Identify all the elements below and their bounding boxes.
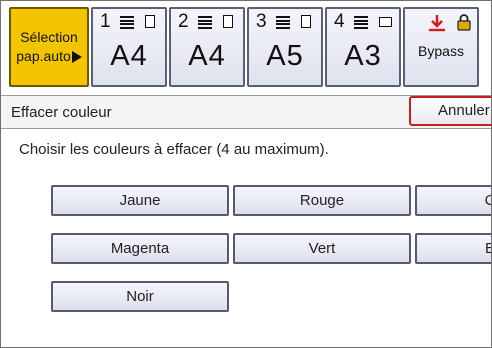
- bypass-tray-button[interactable]: Bypass: [403, 7, 479, 87]
- color-yellow-button[interactable]: Jaune: [51, 185, 229, 216]
- color-red-button[interactable]: Rouge: [233, 185, 411, 216]
- auto-paper-select-button[interactable]: Sélection pap.auto: [9, 7, 89, 87]
- paper-stack-icon: [120, 16, 134, 29]
- paper-landscape-icon: [379, 17, 392, 27]
- color-green-button[interactable]: Vert: [233, 233, 411, 264]
- paper-portrait-icon: [145, 15, 155, 28]
- tray-2-size: A4: [188, 40, 226, 72]
- tray-2-button[interactable]: 2 A4: [169, 7, 245, 87]
- auto-paper-label-row: pap.auto: [16, 47, 82, 66]
- color-partial-button-c[interactable]: C: [415, 185, 491, 216]
- tray-3-number: 3: [256, 11, 267, 32]
- bypass-label: Bypass: [418, 43, 464, 59]
- tray-4-button[interactable]: 4 A3: [325, 7, 401, 87]
- tray-3-size: A5: [266, 40, 304, 72]
- paper-stack-icon: [354, 16, 368, 29]
- tray-2-number: 2: [178, 11, 189, 32]
- paper-stack-icon: [276, 16, 290, 29]
- bypass-arrow-icon: [429, 15, 445, 32]
- paper-tray-strip: Sélection pap.auto 1 A4 2 A4 3 A5 4 A3 B…: [1, 1, 491, 93]
- color-partial-button-b[interactable]: B: [415, 233, 491, 264]
- tray-4-size: A3: [344, 40, 382, 72]
- paper-portrait-icon: [223, 15, 233, 28]
- tray-3-button[interactable]: 3 A5: [247, 7, 323, 87]
- color-black-button[interactable]: Noir: [51, 281, 229, 312]
- paper-portrait-icon: [301, 15, 311, 28]
- play-arrow-icon: [71, 50, 82, 63]
- page-title: Effacer couleur: [11, 104, 112, 121]
- color-magenta-button[interactable]: Magenta: [51, 233, 229, 264]
- lock-icon: [457, 14, 471, 31]
- cancel-button[interactable]: Annuler: [409, 96, 491, 126]
- auto-paper-label-line2: pap.auto: [16, 48, 71, 64]
- tray-1-button[interactable]: 1 A4: [91, 7, 167, 87]
- paper-stack-icon: [198, 16, 212, 29]
- instruction-text: Choisir les couleurs à effacer (4 au max…: [19, 141, 329, 158]
- tray-4-number: 4: [334, 11, 345, 32]
- auto-paper-label-line1: Sélection: [20, 29, 78, 45]
- tray-1-size: A4: [110, 40, 148, 72]
- copier-screen: Sélection pap.auto 1 A4 2 A4 3 A5 4 A3 B…: [0, 0, 492, 348]
- tray-1-number: 1: [100, 11, 111, 32]
